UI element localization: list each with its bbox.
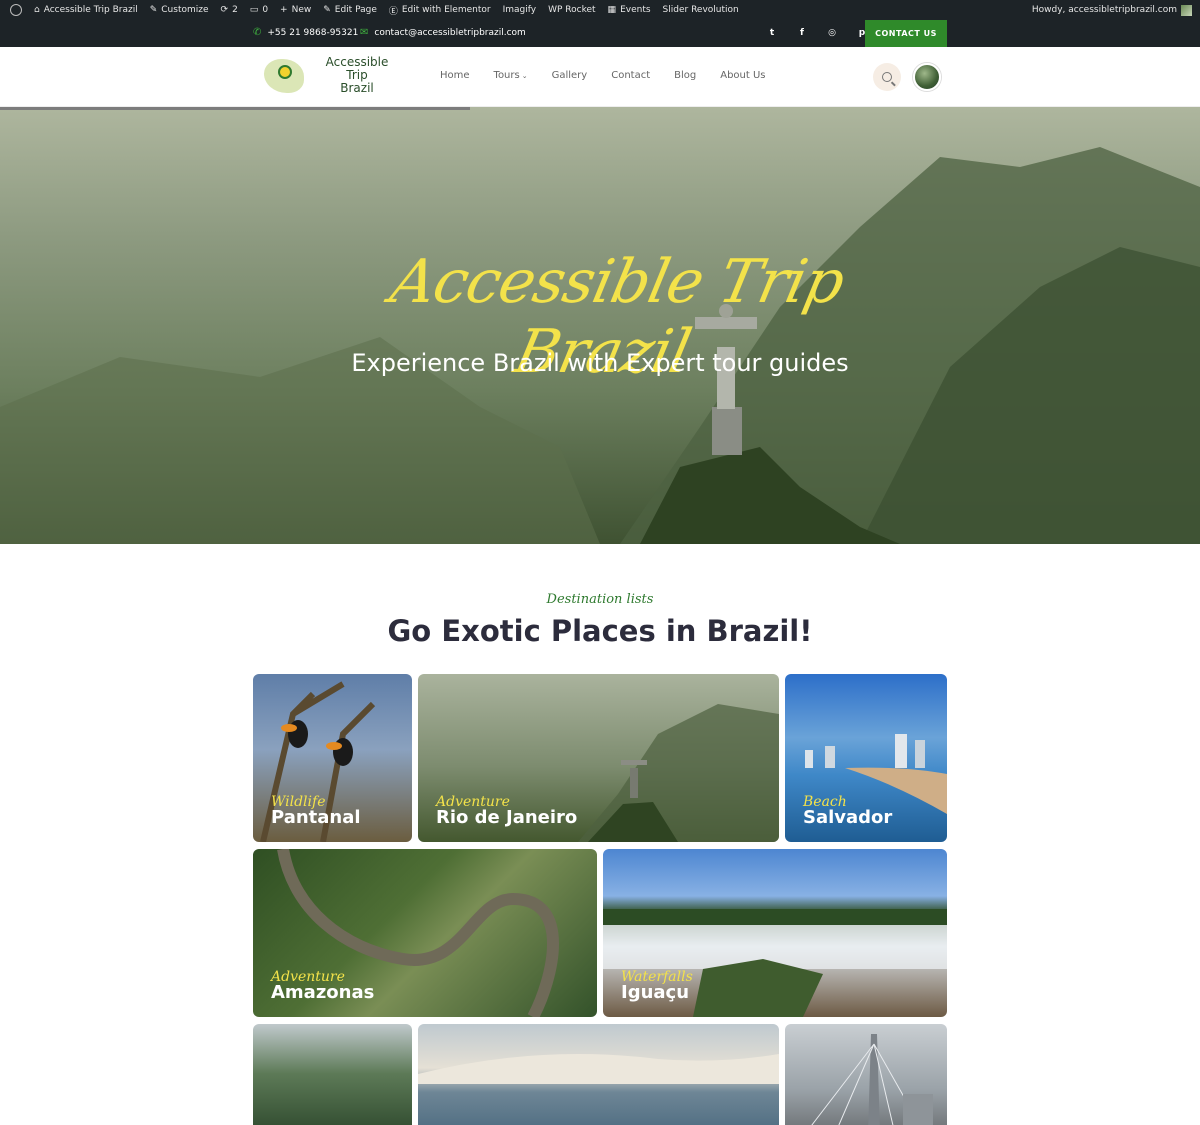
admin-slider-revolution-link[interactable]: Slider Revolution — [657, 0, 745, 20]
instagram-icon[interactable]: ◎ — [825, 26, 839, 40]
section-eyebrow: Destination lists — [546, 592, 654, 607]
main-nav: Home Tours ⌄ Gallery Contact Blog About U… — [440, 70, 766, 81]
nav-about-us[interactable]: About Us — [720, 70, 765, 81]
destination-card-pantanal[interactable]: Wildlife Pantanal — [253, 674, 412, 842]
admin-customize-link[interactable]: ✎ Customize — [144, 0, 215, 20]
destination-card-coastal-village[interactable] — [253, 1024, 412, 1125]
search-icon — [882, 72, 892, 82]
email-contact[interactable]: ✉ contact@accessibletripbrazil.com — [360, 27, 526, 38]
twitter-icon[interactable]: t — [765, 26, 779, 40]
admin-account-menu[interactable]: Howdy, accessibletripbrazil.com — [1026, 0, 1200, 20]
nav-contact[interactable]: Contact — [611, 70, 650, 81]
pencil-icon: ✎ — [323, 5, 331, 15]
nav-tours[interactable]: Tours ⌄ — [494, 70, 528, 81]
destination-card-amazonas[interactable]: Adventure Amazonas — [253, 849, 597, 1017]
nav-home[interactable]: Home — [440, 70, 470, 81]
wp-admin-bar: ⌂ Accessible Trip Brazil ✎ Customize ⟳ 2 ▭ 0… — [0, 0, 1200, 20]
admin-edit-page-link[interactable]: ✎ Edit Page — [317, 0, 383, 20]
bridge-image — [811, 1034, 933, 1125]
site-header: Accessible Trip Brazil Home Tours ⌄ Galler… — [0, 47, 1200, 107]
admin-updates-link[interactable]: ⟳ 2 — [215, 0, 244, 20]
admin-avatar — [1181, 4, 1192, 16]
hero-tagline: Experience Brazil with Expert tour guide… — [351, 349, 849, 377]
section-title: Go Exotic Places in Brazil! — [387, 614, 813, 648]
phone-contact[interactable]: ✆ +55 21 9868-95321 — [253, 27, 358, 38]
user-avatar[interactable] — [913, 63, 941, 91]
contact-us-button[interactable]: CONTACT US — [865, 20, 947, 47]
card-title: Amazonas — [271, 982, 375, 1003]
card-title: Rio de Janeiro — [436, 807, 578, 828]
destination-card-salvador[interactable]: Beach Salvador — [785, 674, 947, 842]
admin-wp-rocket-link[interactable]: WP Rocket — [542, 0, 601, 20]
card-title: Pantanal — [271, 807, 361, 828]
comment-icon: ▭ — [249, 5, 259, 15]
admin-imagify-link[interactable]: Imagify — [497, 0, 543, 20]
top-info-bar: ✆ +55 21 9868-95321 ✉ contact@accessibletr… — [0, 20, 1200, 47]
phone-icon: ✆ — [253, 27, 262, 38]
destination-card-iguacu[interactable]: Waterfalls Iguaçu — [603, 849, 947, 1017]
wordpress-icon — [10, 4, 22, 16]
admin-site-name-link[interactable]: ⌂ Accessible Trip Brazil — [28, 0, 144, 20]
home-icon: ⌂ — [34, 5, 40, 15]
hero-slider: Accessible Trip Brazil Experience Brazil… — [0, 107, 1200, 544]
dunes-image — [418, 1054, 779, 1084]
logo-text: Accessible Trip Brazil — [325, 54, 389, 95]
social-links: t f ◎ p — [765, 26, 869, 40]
calendar-icon: ▦ — [607, 5, 617, 15]
chevron-down-icon: ⌄ — [521, 72, 528, 80]
facebook-icon[interactable]: f — [795, 26, 809, 40]
destination-card-dunes-lagoon[interactable] — [418, 1024, 779, 1125]
admin-comments-link[interactable]: ▭ 0 — [244, 0, 274, 20]
admin-new-link[interactable]: + New — [274, 0, 317, 20]
nav-blog[interactable]: Blog — [674, 70, 696, 81]
card-title: Salvador — [803, 807, 893, 828]
nav-gallery[interactable]: Gallery — [552, 70, 588, 81]
search-button[interactable] — [873, 63, 901, 91]
envelope-icon: ✉ — [360, 27, 369, 38]
plus-icon: + — [280, 5, 288, 15]
destination-card-bridge-city[interactable] — [785, 1024, 947, 1125]
brush-icon: ✎ — [149, 5, 158, 15]
elementor-icon: Ⓔ — [388, 6, 398, 17]
updates-icon: ⟳ — [220, 5, 229, 15]
card-title: Iguaçu — [621, 982, 690, 1003]
admin-events-link[interactable]: ▦ Events — [602, 0, 657, 20]
brazil-map-logo-icon — [262, 55, 306, 95]
wordpress-logo-button[interactable] — [0, 0, 28, 20]
site-logo[interactable]: Accessible Trip Brazil — [262, 55, 400, 95]
destination-card-rio-de-janeiro[interactable]: Adventure Rio de Janeiro — [418, 674, 779, 842]
admin-elementor-link[interactable]: Ⓔ Edit with Elementor — [383, 0, 497, 20]
